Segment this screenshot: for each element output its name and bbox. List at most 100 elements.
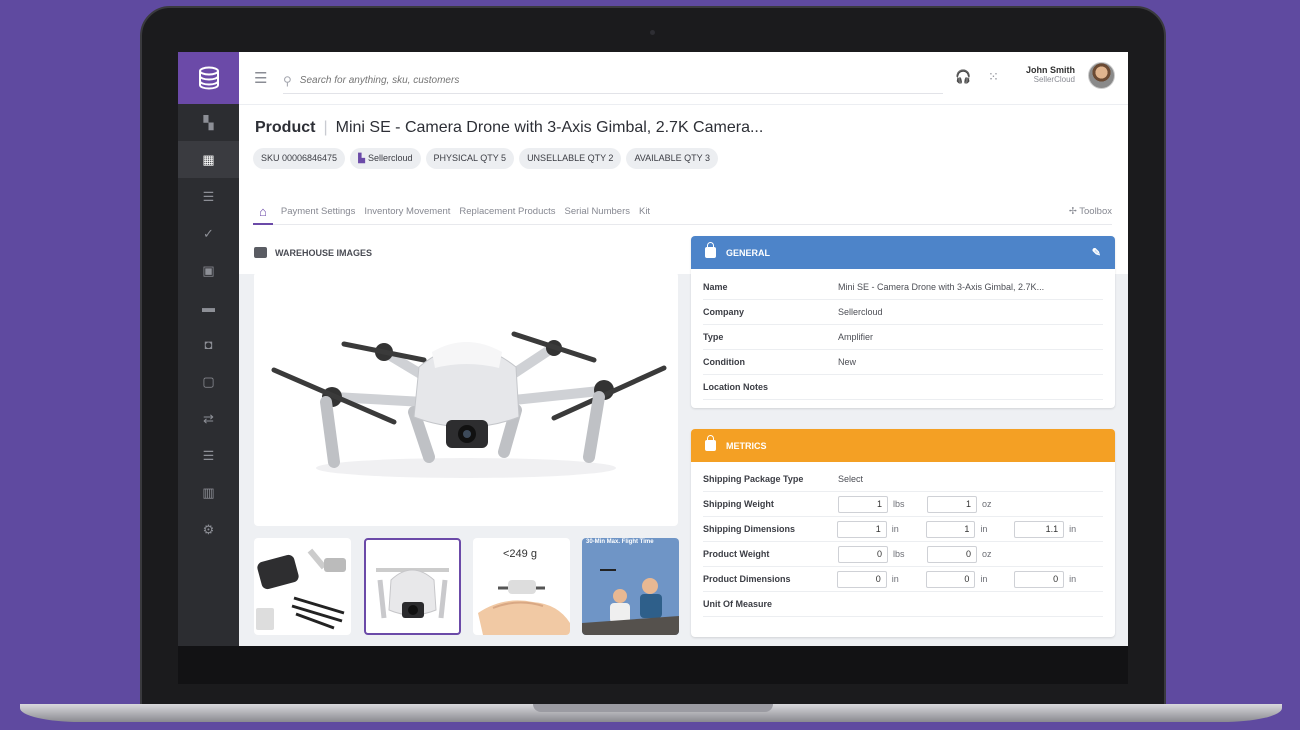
sidebar-item-shipping[interactable]: ▬ [178, 289, 239, 326]
shipping-width-input[interactable]: 1 [925, 520, 976, 538]
sidebar-item-transfers[interactable]: ⇄ [178, 400, 239, 437]
truck-icon: ▬ [202, 300, 215, 315]
tab-bar: ⌂ Payment Settings Inventory Movement Re… [253, 199, 1112, 225]
main-product-image[interactable] [254, 272, 678, 526]
metrics-row-label: Shipping Weight [703, 499, 774, 509]
headset-icon[interactable]: 🎧 [955, 69, 971, 85]
product-weight-oz-input[interactable]: 0 [927, 545, 977, 563]
product-length-input[interactable]: 0 [837, 570, 887, 588]
general-row-value: Sellercloud [838, 307, 883, 317]
checklist-icon: ✓ [203, 225, 214, 241]
tab-replacement-products[interactable]: Replacement Products [459, 206, 555, 217]
sidebar-item-billing[interactable]: ▢ [178, 363, 239, 400]
warehouse-images-label: WAREHOUSE IMAGES [275, 247, 373, 258]
user-name: John Smith [1026, 65, 1075, 75]
user-company: SellerCloud [1033, 75, 1075, 84]
images-icon [254, 247, 267, 258]
app-logo[interactable] [178, 52, 239, 104]
laptop-chin [178, 646, 1128, 684]
sidebar-item-settings[interactable]: ⚙ [178, 511, 239, 548]
metrics-row-shipping-weight: Shipping Weight 1 lbs 1 oz [703, 492, 1103, 517]
product-weight-lbs-input[interactable]: 0 [838, 545, 888, 563]
physical-qty-chip: PHYSICAL QTY 5 [425, 148, 515, 169]
company-chip[interactable]: ▙ Sellercloud [350, 148, 421, 169]
user-info[interactable]: John Smith SellerCloud [1023, 65, 1075, 84]
general-card-title: GENERAL [726, 247, 771, 258]
menu-list-icon: ☰ [202, 447, 215, 463]
general-row-label: Company [703, 307, 745, 317]
sidebar-item-checklist[interactable]: ✓ [178, 215, 239, 252]
product-width-input[interactable]: 0 [925, 570, 976, 588]
metrics-card: METRICS Shipping Package Type Select Shi… [691, 429, 1115, 637]
metrics-row-label: Product Weight [703, 549, 770, 559]
tab-payment-settings[interactable]: Payment Settings [281, 206, 355, 217]
tab-serial-numbers[interactable]: Serial Numbers [565, 206, 630, 217]
hamburger-menu-icon[interactable]: ☰ [254, 69, 267, 87]
people-flying-drone-image [582, 569, 679, 635]
shipping-weight-lbs-input[interactable]: 1 [838, 495, 888, 513]
thumbnail-1[interactable] [254, 538, 351, 635]
unit-label: in [980, 524, 988, 534]
app-screen: ▚ ▦ ☰ ✓ ▣ ▬ ◘ ▢ ⇄ ☰ ▥ ⚙ ☰ ⚲ 🎧 ⁙ John Smi… [178, 52, 1128, 646]
general-card-header: GENERAL ✎ [691, 236, 1115, 269]
general-row-condition: Condition New [703, 350, 1103, 375]
report-icon: ▣ [202, 262, 215, 278]
company-icon: ▙ [358, 153, 365, 163]
thumbnail-2[interactable] [364, 538, 461, 635]
sidebar-item-products[interactable]: ▦ [178, 141, 239, 178]
apps-grid-icon[interactable]: ⁙ [988, 69, 999, 85]
thumbnail-4[interactable]: 30-Min Max. Flight Time [582, 538, 679, 635]
sidebar-item-orders[interactable]: ◘ [178, 326, 239, 363]
general-row-company: Company Sellercloud [703, 300, 1103, 325]
unit-label: oz [982, 549, 992, 559]
product-height-input[interactable]: 0 [1014, 570, 1065, 588]
dollar-icon: ▢ [202, 373, 215, 389]
avatar[interactable] [1088, 62, 1115, 89]
shipping-weight-oz-input[interactable]: 1 [927, 495, 977, 513]
bag-icon: ◘ [204, 337, 213, 352]
thumbnail-3[interactable]: <249 g [473, 538, 570, 635]
search-input[interactable] [299, 75, 900, 86]
lock-icon [705, 242, 716, 258]
toolbox-label: Toolbox [1079, 206, 1112, 217]
general-row-value: Amplifier [838, 332, 874, 342]
sidebar-item-list[interactable]: ☰ [178, 178, 239, 215]
sidebar-item-catalog[interactable]: ☰ [178, 437, 239, 474]
sidebar-item-dashboard[interactable]: ▚ [178, 104, 239, 141]
sidebar-item-reports[interactable]: ▣ [178, 252, 239, 289]
sidebar-item-analytics[interactable]: ▥ [178, 474, 239, 511]
metrics-row-product-weight: Product Weight 0 lbs 0 oz [703, 542, 1103, 567]
available-qty-chip: AVAILABLE QTY 3 [626, 148, 718, 169]
search-bar: ⚲ [283, 68, 943, 94]
unit-label: in [1069, 524, 1077, 534]
product-chips: SKU 00006846475 ▙ Sellercloud PHYSICAL QT… [253, 148, 718, 169]
top-bar: ☰ ⚲ 🎧 ⁙ John Smith SellerCloud [239, 52, 1128, 104]
package-type-select[interactable]: Select [838, 474, 863, 484]
tab-kit[interactable]: Kit [639, 206, 650, 217]
sidebar: ▚ ▦ ☰ ✓ ▣ ▬ ◘ ▢ ⇄ ☰ ▥ ⚙ [178, 52, 239, 646]
metrics-row-package-type: Shipping Package Type Select [703, 467, 1103, 492]
webcam [650, 30, 655, 35]
general-row-name: Name Mini SE - Camera Drone with 3-Axis G… [703, 275, 1103, 300]
shipping-length-input[interactable]: 1 [837, 520, 887, 538]
tab-home[interactable]: ⌂ [253, 204, 273, 225]
metrics-card-header: METRICS [691, 429, 1115, 462]
kit-contents-image [256, 548, 346, 630]
thumbnail-3-weight: <249 g [503, 548, 537, 560]
drone-image [271, 331, 667, 478]
metrics-row-label: Shipping Package Type [703, 474, 804, 484]
general-row-type: Type Amplifier [703, 325, 1103, 350]
tab-inventory-movement[interactable]: Inventory Movement [364, 206, 450, 217]
metrics-row-label: Unit Of Measure [703, 599, 773, 609]
chart-icon: ▥ [202, 484, 215, 500]
unit-label: in [891, 574, 899, 584]
toolbox-icon: ✢ [1068, 206, 1080, 217]
dashboard-icon: ▚ [203, 114, 214, 130]
warehouse-images-title: WAREHOUSE IMAGES [254, 247, 372, 258]
toolbox-button[interactable]: ✢ Toolbox [1069, 206, 1112, 217]
edit-pencil-icon[interactable]: ✎ [1092, 246, 1101, 259]
shipping-height-input[interactable]: 1.1 [1014, 520, 1065, 538]
metrics-row-label: Product Dimensions [703, 574, 791, 584]
metrics-row-label: Shipping Dimensions [703, 524, 796, 534]
sku-chip: SKU 00006846475 [253, 148, 346, 169]
